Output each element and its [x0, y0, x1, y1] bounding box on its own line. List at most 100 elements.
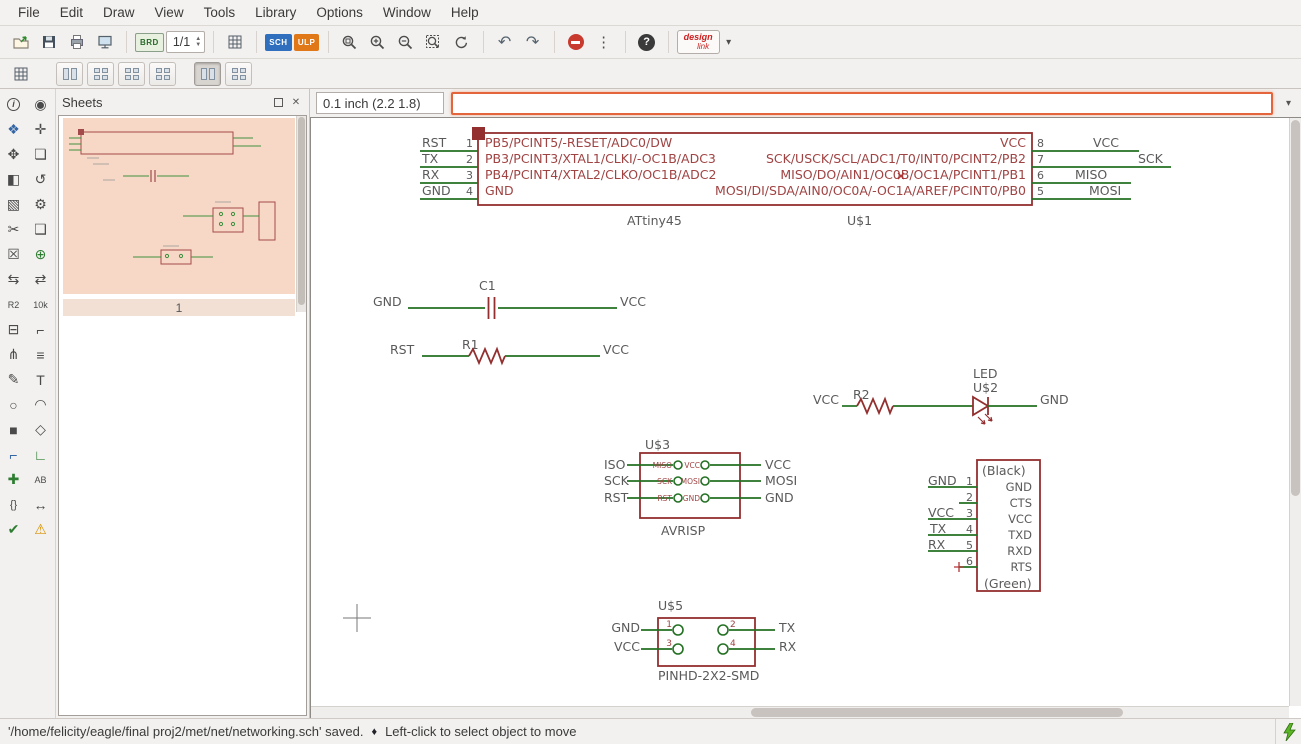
attribute-button[interactable]: {}	[0, 492, 27, 517]
zoom-redraw-button[interactable]	[449, 29, 475, 55]
circle-icon: ○	[9, 396, 18, 413]
value-button[interactable]: 10k	[27, 292, 54, 317]
zoom-fit-button[interactable]	[337, 29, 363, 55]
ftdi-connector[interactable]: (Black) (Green) GND VCC TX RX 1 2 3 4 5 …	[928, 459, 1041, 592]
sheet-thumbnail[interactable]: 1	[63, 118, 295, 316]
ic-attiny45[interactable]: RST TX RX GND 1 2 3 4 PB5/PCINT5/-RESET/…	[420, 127, 1171, 228]
display-button[interactable]: ❖	[0, 117, 27, 142]
junction-button[interactable]: ✚	[0, 467, 27, 492]
miter-button[interactable]: ⌐	[27, 317, 54, 342]
text-button[interactable]: T	[27, 367, 54, 392]
copy-button[interactable]: ❏	[27, 142, 54, 167]
invoke-button[interactable]: ≡	[27, 342, 54, 367]
design-link-button[interactable]: design link	[676, 30, 720, 54]
display-preset-5[interactable]	[194, 61, 221, 86]
resistor-r2-led[interactable]: VCC R2 LED U$2 GND	[813, 366, 1069, 425]
menu-window[interactable]: Window	[373, 2, 441, 23]
delete-button[interactable]: ☒	[0, 242, 27, 267]
mark-button[interactable]: ✛	[27, 117, 54, 142]
menu-help[interactable]: Help	[441, 2, 489, 23]
grid-button[interactable]	[222, 29, 248, 55]
menu-edit[interactable]: Edit	[50, 2, 93, 23]
pin-number: 2	[966, 491, 973, 504]
dimension-button[interactable]: ↔	[27, 492, 54, 517]
pin-number: 6	[966, 555, 973, 568]
sheets-scrollbar-thumb[interactable]	[298, 117, 305, 306]
command-input[interactable]	[451, 91, 1273, 115]
label-button[interactable]: AB	[27, 467, 54, 492]
replace-button[interactable]: ⇄	[27, 267, 54, 292]
sheets-header: Sheets ✕	[56, 89, 309, 115]
open-button[interactable]	[8, 29, 34, 55]
sch-button[interactable]: SCH	[265, 29, 292, 55]
ulp-button[interactable]: ULP	[293, 29, 320, 55]
sheets-scrollbar[interactable]	[296, 116, 306, 312]
split-button[interactable]: ⋔	[0, 342, 27, 367]
mirror-button[interactable]: ◧	[0, 167, 27, 192]
net-button[interactable]: ∟	[27, 442, 54, 467]
undo-button[interactable]: ↶	[492, 29, 518, 55]
display-toolbar	[0, 59, 1301, 89]
polygon-button[interactable]: ◇	[27, 417, 54, 442]
spinner-arrows-icon[interactable]: ▲ ▼	[195, 36, 201, 48]
display-preset-1[interactable]	[56, 61, 83, 86]
info-button[interactable]: i	[0, 92, 27, 117]
vertical-scrollbar[interactable]	[1289, 118, 1301, 706]
smash-button[interactable]: ⊟	[0, 317, 27, 342]
erc-button[interactable]: ✔	[0, 517, 27, 542]
design-link-dropdown[interactable]: ▾	[722, 29, 736, 55]
menu-library[interactable]: Library	[245, 2, 306, 23]
screenshot-button[interactable]	[92, 29, 118, 55]
zoom-out-button[interactable]	[393, 29, 419, 55]
command-history-dropdown[interactable]: ▾	[1280, 91, 1297, 115]
menu-view[interactable]: View	[145, 2, 194, 23]
float-panel-icon[interactable]	[271, 95, 285, 109]
menu-tools[interactable]: Tools	[194, 2, 246, 23]
traffic-menu-button[interactable]: ⋮	[591, 29, 617, 55]
display-preset-6[interactable]	[225, 61, 252, 86]
move-button[interactable]: ✥	[0, 142, 27, 167]
avrisp-u3[interactable]: U$3 ISO SCK RST MISO SCK RST VCC MOSI GN…	[604, 437, 797, 538]
display-preset-2[interactable]	[87, 61, 114, 86]
vertical-scrollbar-thumb[interactable]	[1291, 120, 1300, 497]
wire-button[interactable]: ✎	[0, 367, 27, 392]
rect-button[interactable]: ■	[0, 417, 27, 442]
horizontal-scrollbar-thumb[interactable]	[751, 708, 1123, 717]
name-button[interactable]: R2	[0, 292, 27, 317]
errors-button[interactable]: ⚠	[27, 517, 54, 542]
board-button[interactable]: BRD	[135, 29, 164, 55]
print-button[interactable]	[64, 29, 90, 55]
save-button[interactable]	[36, 29, 62, 55]
stop-button[interactable]	[563, 29, 589, 55]
group-button[interactable]: ▧	[0, 192, 27, 217]
horizontal-scrollbar[interactable]	[311, 706, 1289, 718]
arc-button[interactable]: ◠	[27, 392, 54, 417]
pinswap-button[interactable]: ⇆	[0, 267, 27, 292]
menu-file[interactable]: File	[8, 2, 50, 23]
menu-options[interactable]: Options	[306, 2, 373, 23]
circle-button[interactable]: ○	[0, 392, 27, 417]
pinheader-u5[interactable]: U$5 1 2 3 4 GND VCC TX RX PINHD-2X2-SMD	[611, 598, 796, 683]
sheet-spinner[interactable]: 1/1 ▲ ▼	[165, 31, 206, 53]
close-panel-icon[interactable]: ✕	[289, 95, 303, 109]
net-label: RST	[390, 342, 415, 357]
schematic-canvas[interactable]: RST TX RX GND 1 2 3 4 PB5/PCINT5/-RESET/…	[310, 117, 1301, 718]
help-button[interactable]: ?	[634, 29, 660, 55]
grid-settings-button[interactable]	[8, 61, 34, 87]
display-preset-4[interactable]	[149, 61, 176, 86]
show-button[interactable]: ◉	[27, 92, 54, 117]
rotate-button[interactable]: ↺	[27, 167, 54, 192]
zoom-in-button[interactable]	[365, 29, 391, 55]
drc-indicator[interactable]	[1275, 719, 1301, 744]
change-button[interactable]: ⚙	[27, 192, 54, 217]
paste-button[interactable]: ❑	[27, 217, 54, 242]
capacitor-c1[interactable]: C1 GND VCC	[373, 278, 646, 319]
bus-button[interactable]: ⌐	[0, 442, 27, 467]
menu-draw[interactable]: Draw	[93, 2, 145, 23]
cut-button[interactable]: ✂	[0, 217, 27, 242]
add-button[interactable]: ⊕	[27, 242, 54, 267]
resistor-r1[interactable]: RST R1 VCC	[390, 337, 629, 366]
zoom-select-button[interactable]	[421, 29, 447, 55]
display-preset-3[interactable]	[118, 61, 145, 86]
redo-button[interactable]: ↷	[520, 29, 546, 55]
